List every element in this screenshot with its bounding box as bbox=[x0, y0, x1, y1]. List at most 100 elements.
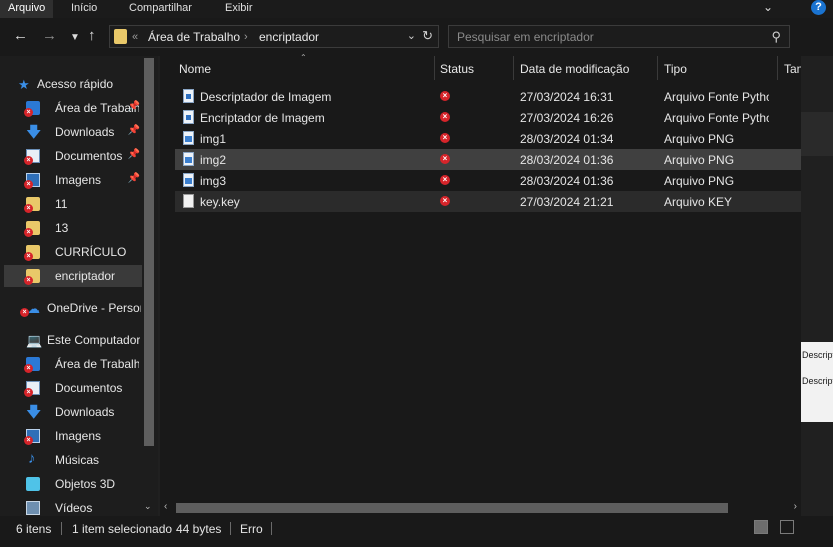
nav-item-label: Objetos 3D bbox=[55, 477, 116, 491]
background-window: Descriptador de Descriptografa imagem bbox=[801, 56, 833, 516]
file-type: Arquivo PNG bbox=[664, 174, 735, 188]
nav-pc-imagens[interactable]: × Imagens bbox=[4, 425, 142, 447]
nav-item-label: Área de Trabalho bbox=[55, 357, 139, 371]
file-date: 27/03/2024 16:31 bbox=[520, 90, 614, 104]
file-type: Arquivo Fonte Python bbox=[664, 90, 769, 104]
pin-icon[interactable]: 📌 bbox=[128, 149, 140, 160]
file-date: 28/03/2024 01:36 bbox=[520, 153, 614, 167]
status-divider bbox=[61, 522, 62, 535]
scroll-left-arrow-icon[interactable]: ‹ bbox=[164, 501, 167, 512]
file-name: img1 bbox=[200, 132, 227, 146]
refresh-icon[interactable]: ↻ bbox=[422, 28, 433, 44]
scroll-down-arrow-icon[interactable]: ⌄ bbox=[144, 501, 152, 512]
nav-pc-objetos-3d[interactable]: Objetos 3D bbox=[4, 473, 142, 495]
nav-item-curriculo[interactable]: × CURRÍCULO bbox=[4, 241, 142, 263]
download-arrow-icon: 🡇 bbox=[26, 404, 42, 421]
column-nome[interactable]: Nome bbox=[179, 62, 211, 76]
nav-item-area-de-trabalho[interactable]: × Área de Trabalho 📌 bbox=[4, 97, 142, 119]
file-name: Descriptador de Imagem bbox=[200, 90, 332, 104]
nav-item-13[interactable]: × 13 bbox=[4, 217, 142, 239]
file-date: 27/03/2024 21:21 bbox=[520, 195, 614, 209]
nav-quick-access[interactable]: ★ Acesso rápido bbox=[10, 73, 150, 95]
tab-inicio[interactable]: Início bbox=[63, 0, 105, 18]
file-date: 28/03/2024 01:34 bbox=[520, 132, 614, 146]
column-tipo[interactable]: Tipo bbox=[664, 62, 687, 76]
ribbon: Arquivo Início Compartilhar Exibir ⌄ ? bbox=[0, 0, 833, 18]
column-divider[interactable] bbox=[657, 56, 658, 80]
breadcrumb-chevron-icon[interactable]: › bbox=[244, 29, 248, 45]
column-divider[interactable] bbox=[434, 56, 435, 80]
help-icon[interactable]: ? bbox=[811, 0, 826, 15]
nav-item-label: 11 bbox=[55, 197, 68, 211]
breadcrumb-encriptador[interactable]: encriptador bbox=[259, 29, 319, 45]
large-icons-view-icon[interactable] bbox=[780, 520, 794, 534]
address-bar[interactable]: « Área de Trabalho › encriptador ⌄ ↻ bbox=[109, 25, 439, 48]
file-row[interactable]: img1 × 28/03/2024 01:34 Arquivo PNG bbox=[175, 128, 801, 149]
sync-error-icon: × bbox=[24, 228, 33, 237]
nav-item-label: Vídeos bbox=[55, 501, 93, 515]
tab-compartilhar[interactable]: Compartilhar bbox=[121, 0, 200, 18]
search-icon[interactable]: ⚲ bbox=[771, 29, 781, 45]
nav-item-label: 13 bbox=[55, 221, 69, 235]
nav-pc-downloads[interactable]: 🡇 Downloads bbox=[4, 401, 142, 423]
status-divider bbox=[230, 522, 231, 535]
file-name: img3 bbox=[200, 174, 227, 188]
download-arrow-icon: 🡇 bbox=[26, 124, 42, 141]
nav-item-encriptador[interactable]: × encriptador bbox=[4, 265, 142, 287]
column-divider[interactable] bbox=[777, 56, 778, 80]
pin-icon[interactable]: 📌 bbox=[128, 101, 140, 112]
nav-item-label: Downloads bbox=[55, 125, 115, 139]
recent-locations-chevron-icon[interactable]: ▼ bbox=[70, 30, 80, 46]
python-file-icon bbox=[183, 89, 194, 103]
scrollbar-thumb[interactable] bbox=[176, 503, 728, 513]
expand-ribbon-icon[interactable]: ⌄ bbox=[763, 0, 773, 14]
nav-item-11[interactable]: × 11 bbox=[4, 193, 142, 215]
address-dropdown-chevron-icon[interactable]: ⌄ bbox=[407, 29, 416, 42]
nav-item-imagens[interactable]: × Imagens 📌 bbox=[4, 169, 142, 191]
search-box[interactable]: Pesquisar em encriptador ⚲ bbox=[448, 25, 790, 48]
forward-arrow-icon[interactable]: → bbox=[42, 28, 57, 44]
pin-icon[interactable]: 📌 bbox=[128, 173, 140, 184]
nav-item-documentos[interactable]: × Documentos 📌 bbox=[4, 145, 142, 167]
sync-error-icon: × bbox=[24, 276, 33, 285]
background-panel bbox=[801, 112, 833, 156]
breadcrumb-area-de-trabalho[interactable]: Área de Trabalho bbox=[148, 29, 240, 45]
png-file-icon bbox=[183, 173, 194, 187]
png-file-icon bbox=[183, 131, 194, 145]
details-view-icon[interactable] bbox=[754, 520, 768, 534]
file-row[interactable]: Encriptador de Imagem × 27/03/2024 16:26… bbox=[175, 107, 801, 128]
column-divider[interactable] bbox=[513, 56, 514, 80]
nav-pc-musicas[interactable]: ♪ Músicas bbox=[4, 449, 142, 471]
scrollbar-thumb[interactable] bbox=[144, 58, 154, 446]
sync-error-icon: × bbox=[20, 308, 29, 317]
nav-item-label: CURRÍCULO bbox=[55, 245, 127, 259]
column-data-modificacao[interactable]: Data de modificação bbox=[520, 62, 629, 76]
pin-icon[interactable]: 📌 bbox=[128, 125, 140, 136]
nav-item-downloads[interactable]: 🡇 Downloads 📌 bbox=[4, 121, 142, 143]
file-name: img2 bbox=[200, 153, 227, 167]
tab-arquivo[interactable]: Arquivo bbox=[0, 0, 54, 18]
nav-onedrive[interactable]: ☁ × OneDrive - Personal bbox=[0, 297, 141, 319]
column-status[interactable]: Status bbox=[440, 62, 474, 76]
column-tamanho[interactable]: Tam bbox=[784, 62, 801, 76]
status-bar: 6 itens 1 item selecionado 44 bytes Erro bbox=[0, 516, 833, 540]
nav-pane-scrollbar[interactable]: ⌄ bbox=[142, 58, 156, 514]
tab-exibir[interactable]: Exibir bbox=[217, 0, 261, 18]
file-row-selected[interactable]: img2 × 28/03/2024 01:36 Arquivo PNG bbox=[175, 149, 801, 170]
python-file-icon bbox=[183, 110, 194, 124]
file-row[interactable]: key.key × 27/03/2024 21:21 Arquivo KEY bbox=[175, 191, 801, 212]
nav-this-pc[interactable]: 💻 Este Computador bbox=[0, 329, 140, 351]
cloud-icon: ☁ bbox=[27, 301, 40, 316]
file-row[interactable]: img3 × 28/03/2024 01:36 Arquivo PNG bbox=[175, 170, 801, 191]
file-list-horizontal-scrollbar[interactable]: ‹ › bbox=[162, 500, 801, 516]
file-row[interactable]: Descriptador de Imagem × 27/03/2024 16:3… bbox=[175, 86, 801, 107]
scroll-right-arrow-icon[interactable]: › bbox=[794, 501, 797, 512]
breadcrumb-overflow[interactable]: « bbox=[132, 29, 138, 45]
sync-error-icon: × bbox=[24, 180, 33, 189]
nav-pc-documentos[interactable]: × Documentos bbox=[4, 377, 142, 399]
nav-pc-area-de-trabalho[interactable]: × Área de Trabalho bbox=[4, 353, 142, 375]
file-type: Arquivo Fonte Python bbox=[664, 111, 769, 125]
back-arrow-icon[interactable]: ← bbox=[13, 28, 28, 44]
search-placeholder[interactable]: Pesquisar em encriptador bbox=[457, 30, 594, 44]
up-arrow-icon[interactable]: ↑ bbox=[88, 28, 96, 44]
